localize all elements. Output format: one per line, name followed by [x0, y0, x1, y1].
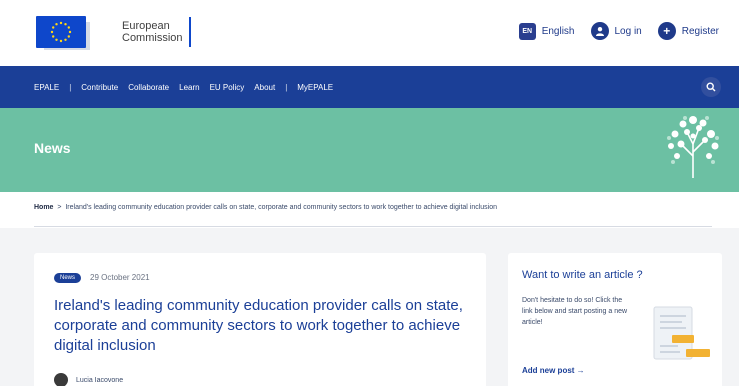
panel-title: Want to write an article ?	[522, 269, 643, 281]
breadcrumb: Home > Ireland's leading community educa…	[34, 204, 714, 211]
register-link[interactable]: Register	[682, 26, 719, 37]
document-illustration-icon	[653, 306, 710, 360]
breadcrumb-divider	[34, 226, 712, 227]
avatar	[54, 373, 68, 386]
organization-name: European Commission	[122, 20, 183, 44]
org-line-2: Commission	[122, 32, 183, 44]
logo-divider	[188, 17, 191, 47]
org-line-1: European	[122, 20, 170, 32]
add-new-post-link[interactable]: Add new post →	[522, 366, 585, 375]
tree-illustration-icon	[667, 116, 719, 178]
nav-item-learn[interactable]: Learn	[179, 83, 199, 92]
top-links: EN English Log in + Register	[518, 22, 719, 40]
user-icon[interactable]	[590, 22, 609, 40]
nav-item-about[interactable]: About	[254, 83, 275, 92]
breadcrumb-home[interactable]: Home	[34, 204, 53, 211]
language-selector[interactable]: English	[542, 26, 575, 37]
european-commission-logo[interactable]: European Commission	[36, 6, 196, 58]
nav-separator: |	[69, 82, 72, 92]
login-link[interactable]: Log in	[615, 26, 642, 37]
nav-item-collaborate[interactable]: Collaborate	[128, 83, 169, 92]
article-card: News 29 October 2021 Ireland's leading c…	[34, 253, 486, 386]
breadcrumb-separator: >	[55, 204, 64, 211]
page-banner: News	[0, 108, 739, 192]
nav-item-contribute[interactable]: Contribute	[81, 83, 118, 92]
write-article-panel: Want to write an article ? Don't hesitat…	[508, 253, 722, 386]
eu-flag-icon	[36, 16, 86, 48]
article-date: 29 October 2021	[90, 273, 150, 282]
language-code-badge[interactable]: EN	[518, 22, 536, 40]
main-navigation: EPALE | Contribute Collaborate Learn EU …	[0, 66, 739, 108]
news-badge: News	[54, 273, 82, 283]
nav-separator: |	[285, 82, 288, 92]
article-title: Ireland's leading community education pr…	[54, 297, 463, 354]
article-author[interactable]: Lucia Iacovone	[54, 373, 123, 386]
top-header: European Commission EN English Log in + …	[0, 0, 739, 66]
search-icon[interactable]	[701, 77, 721, 97]
plus-icon[interactable]: +	[657, 22, 676, 40]
panel-text: Don't hesitate to do so! Click the link …	[522, 297, 628, 326]
author-name[interactable]: Lucia Iacovone	[76, 377, 123, 384]
breadcrumb-current: Ireland's leading community education pr…	[65, 204, 498, 211]
nav-item-epale[interactable]: EPALE	[34, 83, 59, 92]
nav-item-myepale[interactable]: MyEPALE	[297, 83, 333, 92]
page-title: News	[34, 140, 71, 156]
nav-item-eu-policy[interactable]: EU Policy	[210, 83, 245, 92]
